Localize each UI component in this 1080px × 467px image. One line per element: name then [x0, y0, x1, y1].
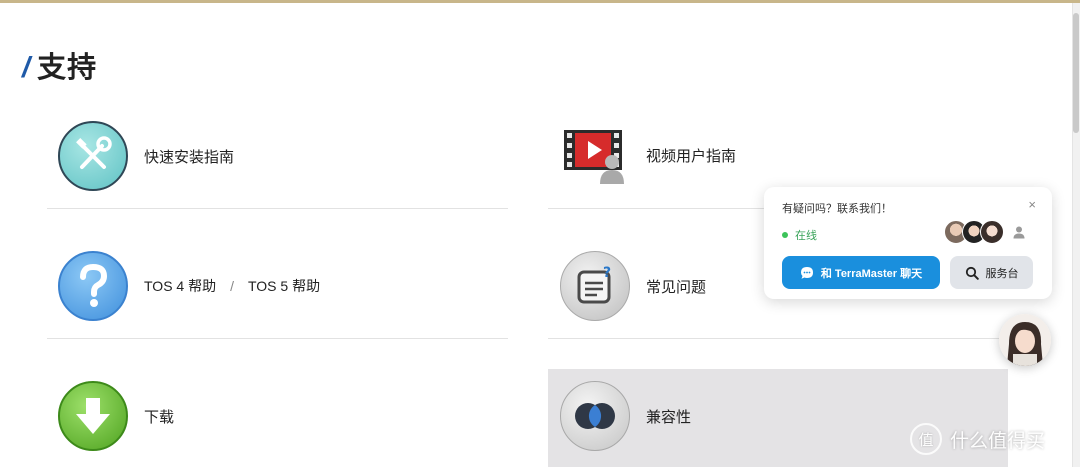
- agent-avatar: [980, 220, 1004, 244]
- scrollbar-thumb[interactable]: [1073, 13, 1079, 133]
- chat-with-terramaster-button[interactable]: 和 TerraMaster 聊天: [782, 256, 940, 289]
- online-dot-icon: [782, 232, 788, 238]
- page-scrollbar[interactable]: [1072, 3, 1080, 467]
- agent-avatars: [944, 220, 1026, 244]
- search-icon: [965, 266, 979, 280]
- download-link[interactable]: 下载: [58, 381, 174, 451]
- tos5-help-link[interactable]: TOS 5 帮助: [248, 276, 320, 296]
- service-desk-label: 服务台: [985, 267, 1019, 280]
- tos4-help-link[interactable]: TOS 4 帮助: [144, 276, 216, 296]
- online-status-text: 在线: [795, 230, 817, 242]
- video-guide-label: 视频用户指南: [646, 147, 737, 165]
- video-guide-link[interactable]: 视频用户指南: [562, 124, 736, 186]
- chat-launcher-avatar[interactable]: [999, 314, 1051, 366]
- tools-icon: [58, 121, 128, 191]
- help-link-separator: /: [230, 278, 234, 294]
- chat-question: 有疑问吗？联系我们！: [782, 203, 892, 215]
- faq-note-icon: ?: [560, 251, 630, 321]
- download-label: 下载: [144, 408, 175, 426]
- help-row: TOS 4 帮助 / TOS 5 帮助: [58, 251, 320, 321]
- title-slash: /: [22, 52, 32, 84]
- video-play-icon: [562, 124, 628, 186]
- quick-install-guide-link[interactable]: 快速安装指南: [58, 121, 234, 191]
- divider: [548, 338, 1008, 339]
- title-text: 支持: [37, 52, 98, 84]
- watermark: 值 什么值得买: [910, 423, 1045, 455]
- compatibility-label: 兼容性: [646, 408, 692, 426]
- download-arrow-icon: [58, 381, 128, 451]
- compatibility-link[interactable]: 兼容性: [560, 381, 691, 451]
- close-icon[interactable]: ×: [1028, 197, 1036, 212]
- chat-button-label: 和 TerraMaster 聊天: [820, 267, 923, 280]
- online-status: 在线: [782, 227, 817, 243]
- watermark-text: 什么值得买: [950, 430, 1046, 452]
- faq-label: 常见问题: [646, 278, 707, 296]
- quick-install-label: 快速安装指南: [144, 148, 235, 166]
- divider: [47, 338, 508, 339]
- service-desk-button[interactable]: 服务台: [950, 256, 1033, 289]
- compatibility-icon: [560, 381, 630, 451]
- divider: [548, 208, 766, 209]
- chat-bubble-icon: [800, 266, 813, 279]
- top-accent-strip: [0, 0, 1080, 3]
- watermark-logo: 值: [910, 423, 942, 455]
- help-question-icon: [58, 251, 128, 321]
- page-title: / 支持: [22, 44, 97, 86]
- faq-link[interactable]: ? 常见问题: [560, 251, 706, 321]
- chat-widget: 有疑问吗？联系我们！ × 在线 和 TerraMaster 聊天 服务台: [764, 187, 1052, 299]
- divider: [47, 208, 508, 209]
- svg-text:?: ?: [603, 265, 611, 281]
- person-icon: [1013, 226, 1025, 239]
